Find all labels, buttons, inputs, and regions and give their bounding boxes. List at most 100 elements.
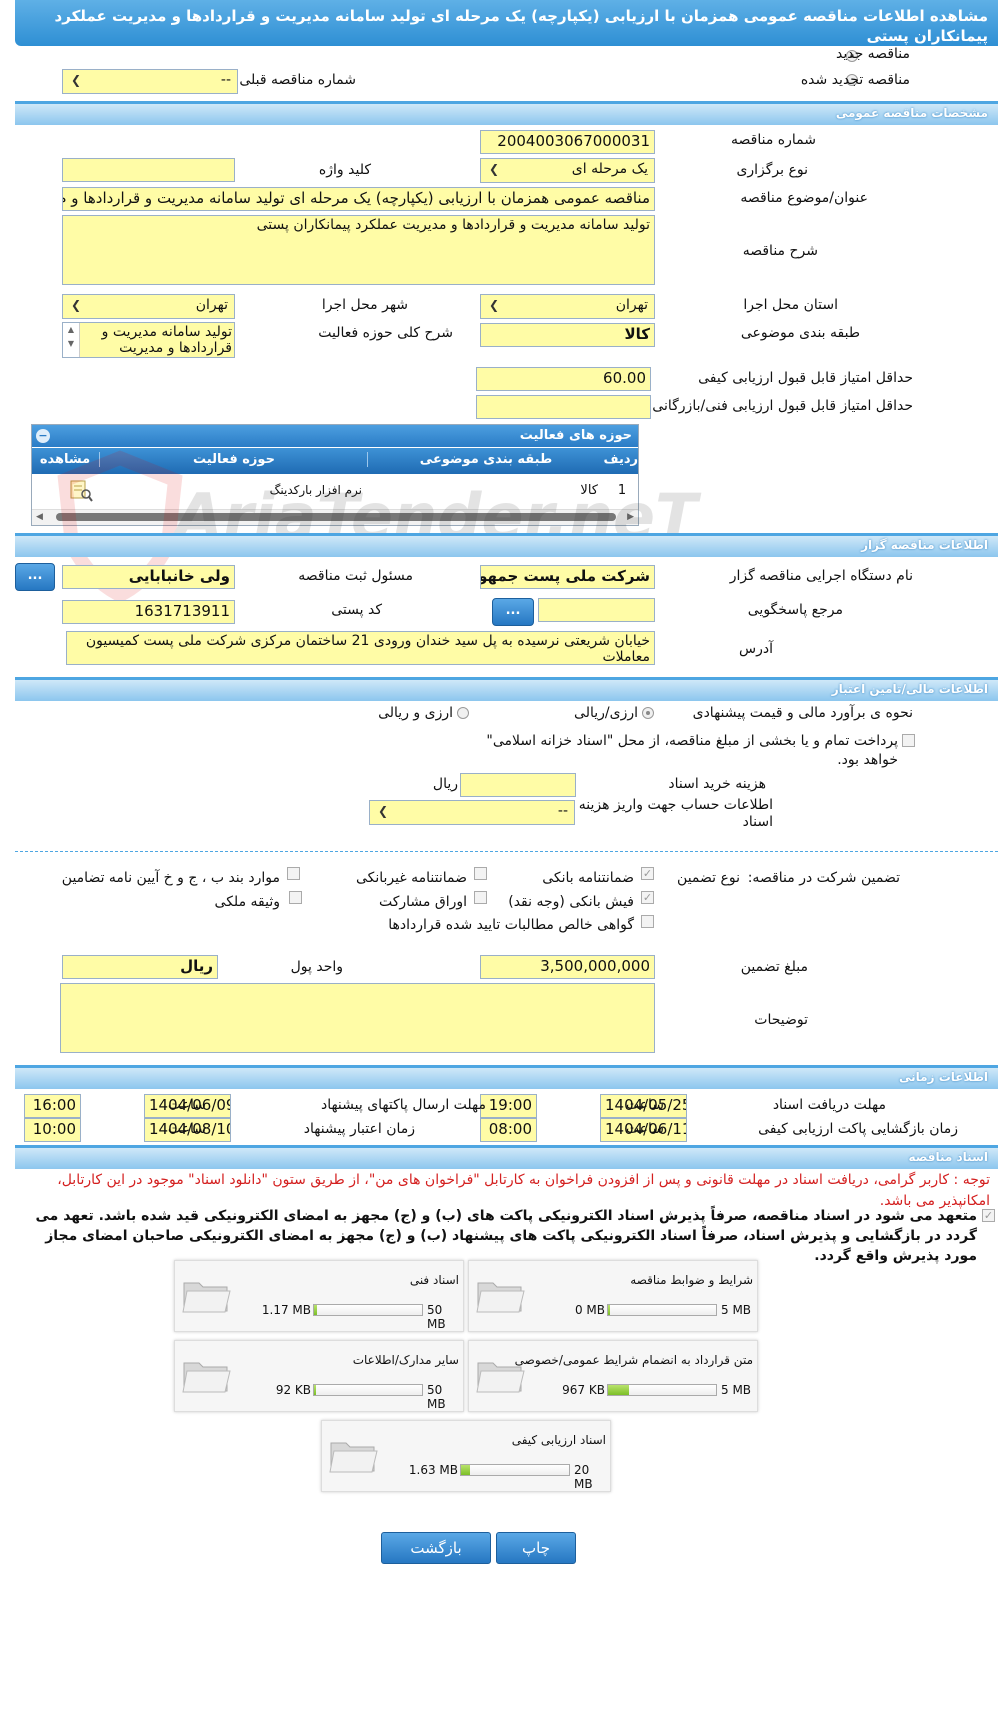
currency-label: واحد پول [290,959,343,975]
bank-guarantee-checkbox[interactable]: ✓ [641,867,654,880]
view-details-icon[interactable] [68,479,94,503]
opening-label: زمان بازگشایی پاکت ارزیابی کیفی [758,1121,958,1137]
commit-checkbox[interactable]: ✓ [982,1209,995,1222]
document-card[interactable]: شرایط و ضوابط مناقصه 0 MB 5 MB [468,1260,758,1332]
tender-number-field[interactable]: 2004003067000031 [480,130,655,154]
province-select[interactable]: تهران ❯ [480,294,655,319]
document-card[interactable]: سایر مدارک/اطلاعات 92 KB 50 MB [174,1340,464,1412]
officer-lookup-button[interactable]: ... [15,563,55,591]
chevron-down-icon: ❯ [71,73,82,87]
prev-number-label: شماره مناقصه قبلی [239,72,356,88]
scrollbar-thumb[interactable] [56,513,616,521]
activity-grid-title: حوزه های فعالیت [32,425,638,447]
type-select[interactable]: یک مرحله ای ❯ [480,158,655,183]
folder-icon [328,1435,378,1479]
non-bank-guarantee-checkbox[interactable] [474,867,487,880]
document-name: اسناد فنی [409,1273,459,1287]
org-label: نام دستگاه اجرایی مناقصه گزار [729,568,913,584]
address-field[interactable]: خیابان شریعتی نرسیده به پل سید خندان ورو… [66,631,655,665]
document-max: 50 MB [427,1383,446,1411]
document-card[interactable]: اسناد ارزیابی کیفی 1.63 MB 20 MB [321,1420,611,1492]
table-row: 1 کالا نرم افزار بارکدینگ [32,475,638,507]
address-label: آدرس [739,641,773,657]
estimate-opt1-radio[interactable] [642,707,654,719]
treasury-checkbox[interactable] [902,734,915,747]
collapse-icon[interactable]: − [36,429,50,443]
receivables-checkbox[interactable] [641,915,654,928]
ref-field[interactable] [538,598,655,622]
officer-label: مسئول ثبت مناقصه [298,568,413,584]
receivables-label: گواهی خالص مطالبات تایید شده قراردادها [388,917,634,933]
bank-guarantee-label: ضمانتنامه بانکی [542,870,634,886]
usage-bar-fill [608,1305,610,1315]
category-label: طبقه بندی موضوعی [740,325,860,341]
amount-field[interactable]: 3,500,000,000 [480,955,655,979]
organizer-section-header: اطلاعات مناقصه گزار [15,533,998,557]
print-button[interactable]: چاپ [496,1532,576,1564]
chevron-down-icon: ❯ [489,162,500,176]
renewed-tender-label: مناقصه تجدید شده [800,72,910,88]
opening-time[interactable]: 08:00 [480,1118,537,1142]
folder-icon [475,1275,525,1319]
estimate-label: نحوه ی برآورد مالی و قیمت پیشنهادی [692,705,913,721]
validity-label: زمان اعتبار پیشنهاد [303,1121,415,1137]
document-max: 5 MB [721,1303,752,1317]
doc-deadline-time[interactable]: 19:00 [480,1094,537,1118]
estimate-opt2-radio[interactable] [457,707,469,719]
items-bcd-checkbox[interactable] [287,867,300,880]
min-quality-field[interactable]: 60.00 [476,367,651,391]
col-category: طبقه بندی موضوعی [367,452,604,467]
account-select[interactable]: -- ❯ [369,800,575,825]
bank-receipt-checkbox[interactable]: ✓ [641,891,654,904]
prev-number-select[interactable]: -- ❯ [62,69,238,94]
scroll-right-icon[interactable]: ▶ [627,512,634,522]
keyword-field[interactable] [62,158,235,182]
postal-field[interactable]: 1631713911 [62,600,235,624]
page-title: مشاهده اطلاعات مناقصه عمومی همزمان با ار… [15,0,998,46]
validity-time[interactable]: 10:00 [24,1118,81,1142]
divider [15,851,998,852]
usage-bar-fill [461,1465,470,1475]
document-card[interactable]: متن قرارداد به انضمام شرایط عمومی/خصوصی … [468,1340,758,1412]
document-max: 50 MB [427,1303,446,1331]
chevron-down-icon: ❯ [378,804,389,818]
treasury-text: پرداخت تمام و یا بخشی از مبلغ مناقصه، از… [486,733,898,768]
send-deadline-time[interactable]: 16:00 [24,1094,81,1118]
postal-label: کد پستی [331,602,382,618]
col-view: مشاهده [39,452,91,467]
commit-text: متعهد می شود در اسناد مناقصه، صرفاً پذیر… [35,1208,978,1264]
activity-desc-label: شرح کلی حوزه فعالیت [318,325,453,341]
notes-field[interactable] [60,983,655,1053]
doc-cost-field[interactable] [460,773,576,797]
document-used: 92 KB [275,1383,311,1397]
back-button[interactable]: بازگشت [381,1532,491,1564]
currency-field[interactable]: ریال [62,955,218,979]
activity-desc-field[interactable]: تولید سامانه مدیریت و قراردادها و مدیریت… [62,322,235,358]
description-field[interactable]: تولید سامانه مدیریت و قراردادها و مدیریت… [62,215,655,285]
org-field[interactable]: شرکت ملی پست جمهوری [480,565,655,589]
row-number: 1 [617,483,627,498]
city-label: شهر محل اجرا [321,297,408,313]
subject-field[interactable]: مناقصه عمومی همزمان با ارزیابی (یکپارچه)… [62,187,655,211]
category-field[interactable]: کالا [480,323,655,347]
ref-lookup-button[interactable]: ... [492,598,534,626]
property-label: وثیقه ملکی [214,894,280,910]
col-activity: حوزه فعالیت [99,452,368,467]
city-select[interactable]: تهران ❯ [62,294,235,319]
document-card[interactable]: اسناد فنی 1.17 MB 50 MB [174,1260,464,1332]
city-value: تهران [195,297,228,313]
send-deadline-label: مهلت ارسال پاکتهای پیشنهاد [320,1097,486,1113]
property-checkbox[interactable] [289,891,302,904]
bonds-checkbox[interactable] [474,891,487,904]
scrollbar[interactable]: ▲ ▼ [63,323,80,357]
keyword-label: کلید واژه [318,162,371,178]
document-used: 1.63 MB [408,1463,458,1477]
doc-cost-label: هزینه خرید اسناد [668,776,766,792]
amount-label: مبلغ تضمین [740,959,808,975]
scroll-left-icon[interactable]: ◀ [36,512,43,522]
activity-grid-header: ردیف طبقه بندی موضوعی حوزه فعالیت مشاهده [32,448,638,474]
horizontal-scrollbar[interactable]: ◀ ▶ [32,509,638,525]
min-tech-field[interactable] [476,395,651,419]
officer-field[interactable]: ولی خانبابایی [62,565,235,589]
activity-grid: حوزه های فعالیت − ردیف طبقه بندی موضوعی … [31,424,639,526]
